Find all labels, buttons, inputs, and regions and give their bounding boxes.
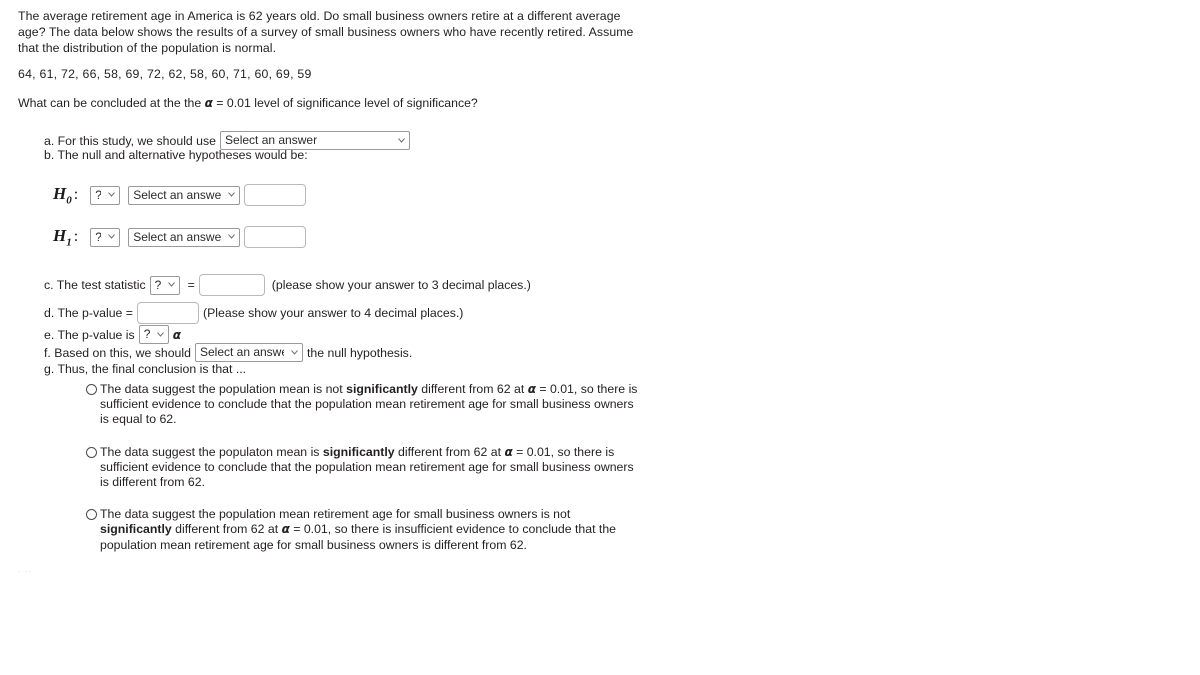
alternative-operator-select[interactable]: Select an answer: [128, 227, 241, 247]
item-f: f. Based on this, we should Select an an…: [44, 343, 412, 362]
alternative-hypothesis-symbol: H1: [53, 226, 72, 249]
conclusion-options: The data suggest the population mean is …: [86, 382, 642, 570]
alternative-parameter-select-wrapper[interactable]: ?: [86, 227, 124, 247]
item-b-label: b. The null and alternative hypotheses w…: [44, 148, 308, 162]
null-value-input[interactable]: [244, 184, 307, 207]
radio-button-icon[interactable]: [86, 446, 97, 458]
alternative-value-input[interactable]: [244, 226, 307, 249]
null-hypothesis-symbol: H0: [53, 184, 72, 207]
p-value-hint: (Please show your answer to 4 decimal pl…: [202, 306, 464, 320]
alpha-symbol: α: [172, 327, 181, 342]
test-statistic-input[interactable]: [198, 274, 265, 296]
significance-question-prefix: What can be concluded at the the: [18, 96, 205, 110]
item-c-label: c. The test statistic: [44, 278, 146, 292]
hypothesis-row-null: H0 : ? Select an answer: [53, 184, 307, 207]
test-statistic-type-select[interactable]: ?: [149, 275, 180, 295]
p-value-comparison-select[interactable]: ?: [138, 325, 169, 344]
item-g-label: g. Thus, the final conclusion is that ..…: [44, 362, 247, 376]
radio-button-icon[interactable]: [86, 509, 97, 521]
alpha-symbol: α: [527, 382, 536, 396]
page-artifact: . ..: [18, 564, 33, 574]
item-f-label-before: f. Based on this, we should: [44, 345, 191, 360]
conclusion-option-2-part1: The data suggest the populaton mean is: [100, 444, 323, 459]
conclusion-option-3[interactable]: The data suggest the population mean ret…: [86, 507, 642, 553]
conclusion-option-3-part2: different from 62 at: [171, 522, 282, 537]
conclusion-option-3-part1: The data suggest the population mean ret…: [100, 507, 571, 522]
null-parameter-select-wrapper[interactable]: ?: [86, 185, 124, 205]
alpha-symbol: α: [204, 96, 213, 110]
item-f-label-after: the null hypothesis.: [306, 345, 413, 360]
test-statistic-type-select-wrapper[interactable]: ?: [146, 275, 184, 295]
conclusion-option-2[interactable]: The data suggest the populaton mean is s…: [86, 445, 642, 491]
p-value-input[interactable]: [136, 302, 199, 324]
item-e: e. The p-value is ? α: [44, 325, 181, 344]
decision-select-wrapper[interactable]: Select an answer: [191, 343, 307, 362]
hypothesis-row-alternative: H1 : ? Select an answer: [53, 226, 307, 249]
conclusion-option-1-part2: different from 62 at: [417, 382, 528, 396]
null-parameter-select[interactable]: ?: [90, 185, 121, 205]
conclusion-option-1[interactable]: The data suggest the population mean is …: [86, 382, 642, 428]
item-c: c. The test statistic ? = (please show y…: [44, 274, 531, 296]
item-d-label: d. The p-value =: [44, 306, 133, 320]
item-e-label: e. The p-value is: [44, 327, 135, 342]
item-d: d. The p-value = (Please show your answe…: [44, 302, 463, 324]
conclusion-option-3-bold: significantly: [100, 522, 172, 537]
null-operator-select[interactable]: Select an answer: [128, 185, 241, 205]
conclusion-option-2-part2: different from 62 at: [394, 444, 505, 459]
problem-statement: The average retirement age in America is…: [18, 9, 634, 56]
conclusion-option-1-part1: The data suggest the population mean is …: [100, 382, 347, 396]
radio-button-icon[interactable]: [86, 384, 97, 395]
alpha-symbol: α: [504, 444, 513, 459]
worksheet-page: The average retirement age in America is…: [0, 0, 1200, 675]
decision-select[interactable]: Select an answer: [194, 343, 303, 362]
data-values: 64, 61, 72, 66, 58, 69, 72, 62, 58, 60, …: [18, 67, 312, 81]
alpha-symbol: α: [281, 522, 290, 537]
item-g: g. Thus, the final conclusion is that ..…: [44, 361, 246, 377]
null-hypothesis-colon: :: [73, 186, 79, 204]
alternative-operator-select-wrapper[interactable]: Select an answer: [124, 227, 244, 247]
significance-question: What can be concluded at the the α = 0.0…: [18, 95, 478, 111]
test-statistic-hint: (please show your answer to 3 decimal pl…: [271, 278, 531, 292]
test-statistic-equals: =: [187, 278, 195, 292]
item-b: b. The null and alternative hypotheses w…: [44, 147, 308, 163]
p-value-comparison-select-wrapper[interactable]: ?: [135, 325, 173, 344]
alternative-parameter-select[interactable]: ?: [90, 227, 121, 247]
null-operator-select-wrapper[interactable]: Select an answer: [124, 185, 244, 205]
significance-question-suffix: = 0.01 level of significance level of si…: [212, 96, 478, 110]
alternative-hypothesis-colon: :: [73, 228, 79, 246]
conclusion-option-2-bold: significantly: [322, 444, 395, 459]
conclusion-option-1-bold: significantly: [346, 382, 418, 396]
